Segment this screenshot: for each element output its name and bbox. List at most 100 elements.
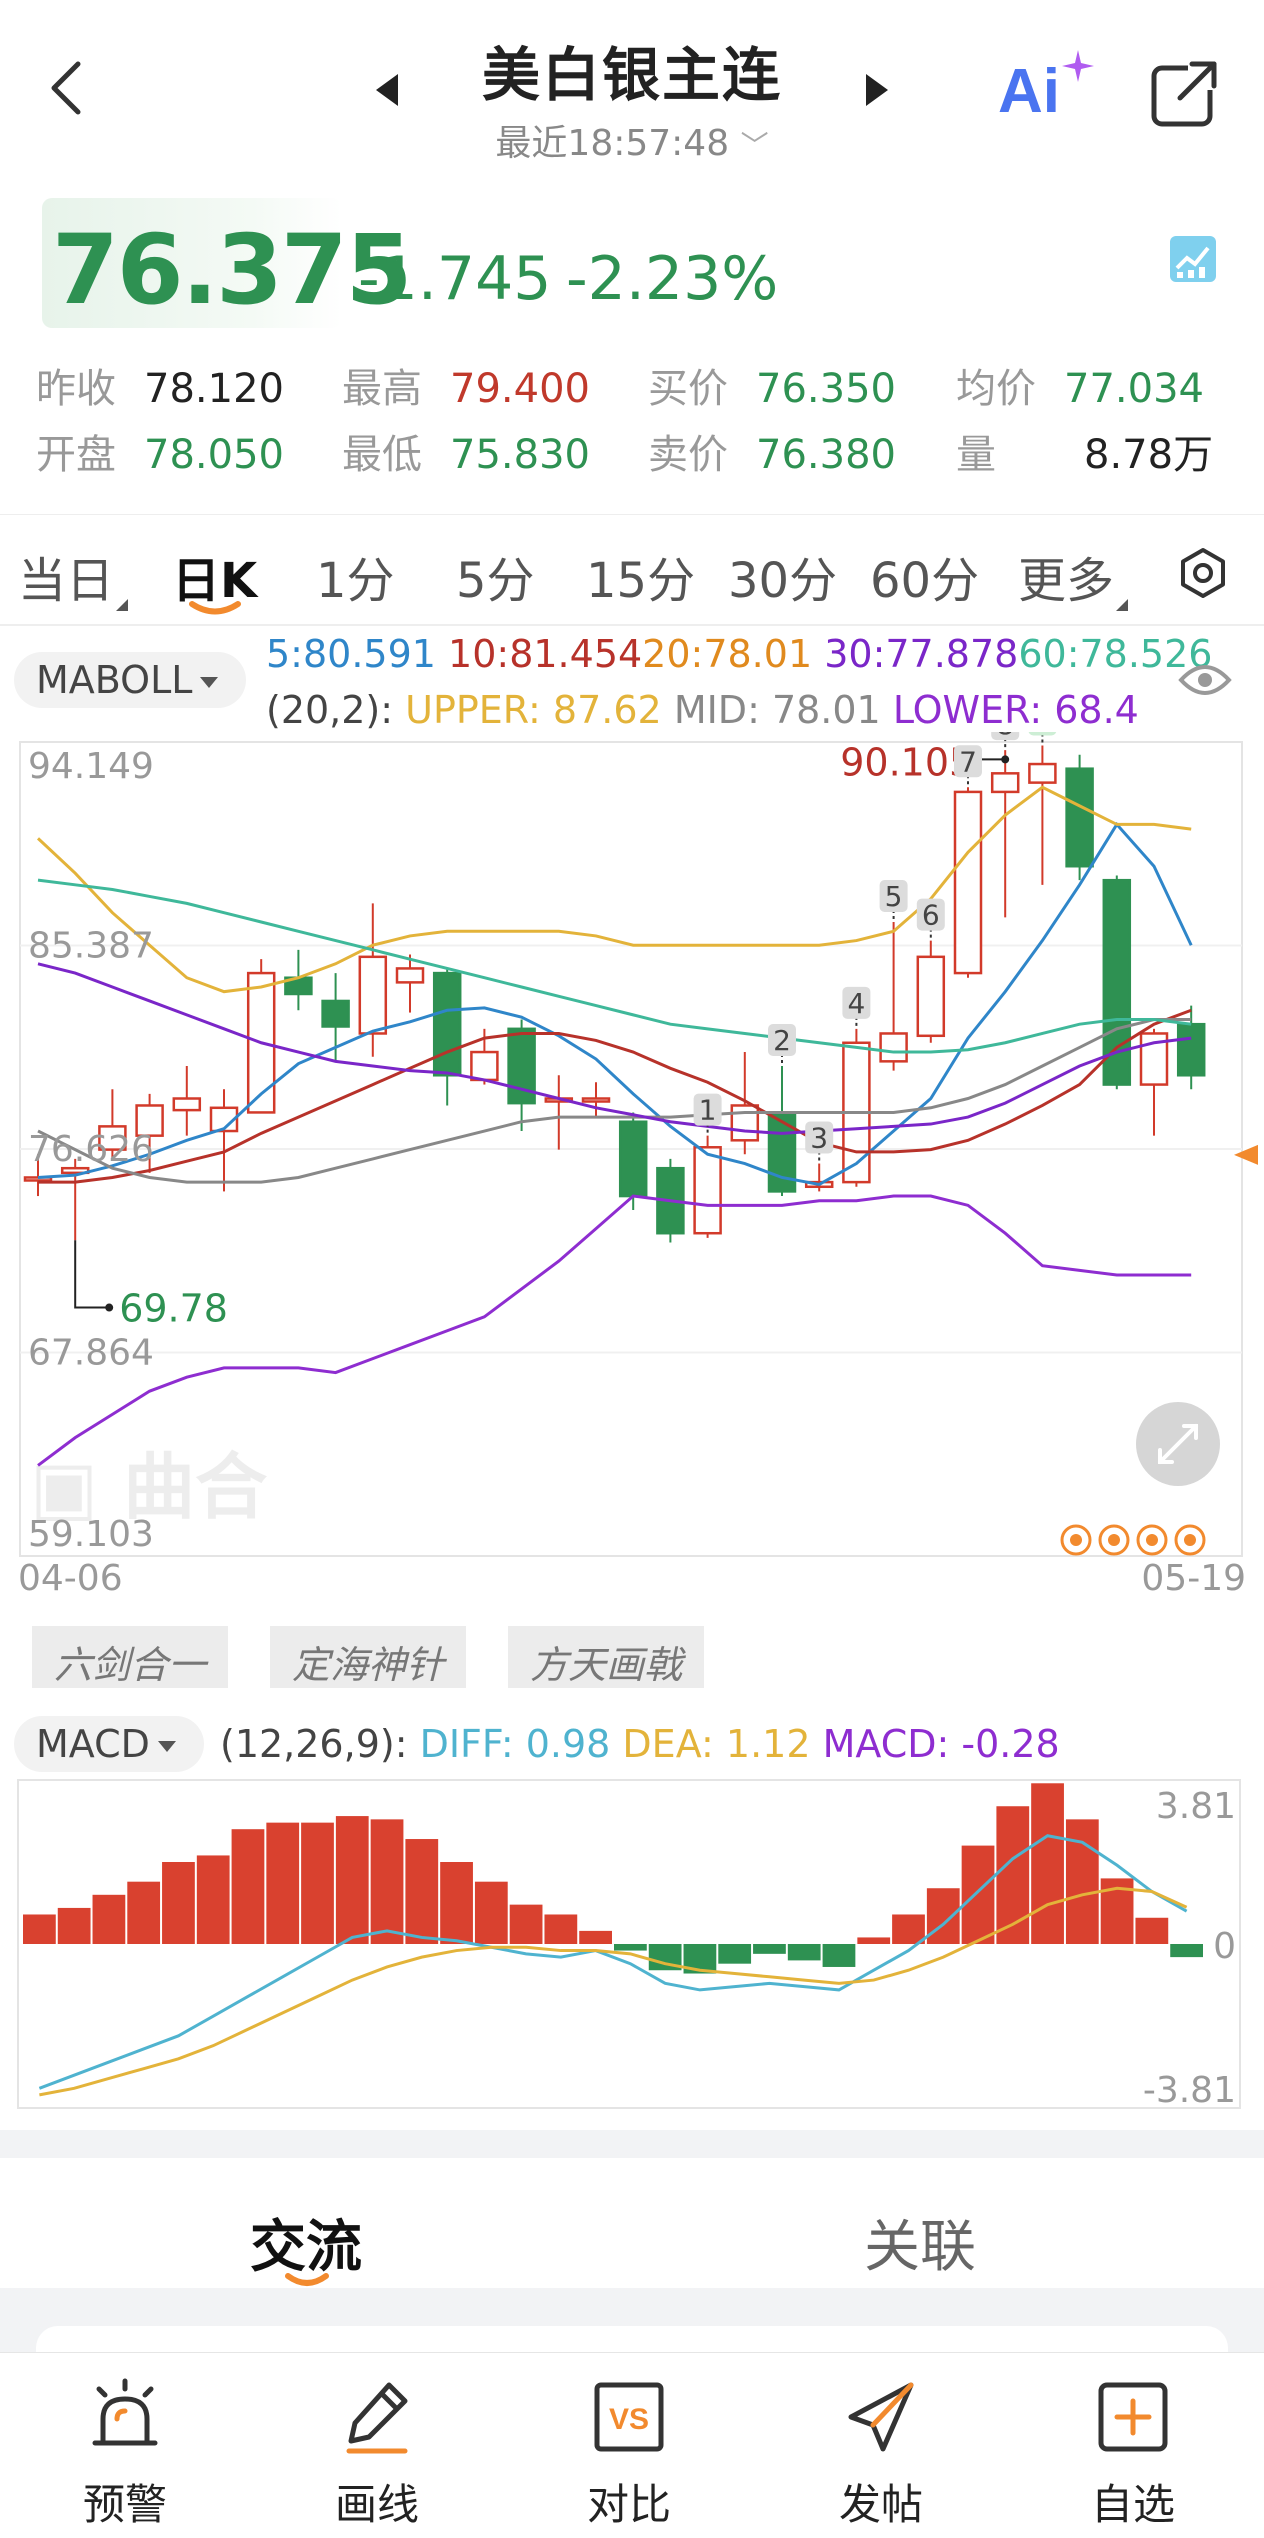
caret-down-icon xyxy=(157,1741,176,1752)
candle xyxy=(730,1104,760,1142)
candle xyxy=(1176,1022,1206,1077)
top-header: 美白银主连 最近18:57:48 ﹀ Ai xyxy=(0,0,1264,168)
series-line-boll-upper xyxy=(36,785,1192,994)
y-tick-label: 94.149 xyxy=(28,746,154,787)
alarm-icon xyxy=(92,2378,158,2446)
boll-legend: (20,2): UPPER: 87.62 MID: 78.01 LOWER: 6… xyxy=(266,688,1139,732)
tab-label: 更多 xyxy=(1018,553,1115,609)
ma-legend: 5:80.591 10:81.45420:78.01 30:77.87860:7… xyxy=(266,632,1212,676)
add-watchlist-button[interactable]: 自选 xyxy=(1058,2375,1208,2532)
eye-icon[interactable] xyxy=(1178,660,1232,700)
boll-param: (20,2): xyxy=(266,688,394,732)
tab-intraday[interactable]: 当日 xyxy=(18,541,129,611)
strategy-chip-2[interactable]: 定海神针 xyxy=(270,1626,467,1688)
candle xyxy=(358,955,388,1035)
macd-bar xyxy=(509,1904,543,1944)
tab-label: 5分 xyxy=(456,553,535,609)
settings-icon[interactable] xyxy=(1176,546,1230,600)
strategy-chip-1[interactable]: 六剑合一 xyxy=(32,1626,229,1688)
section-divider xyxy=(0,2130,1264,2158)
post-button[interactable]: 发帖 xyxy=(806,2375,956,2532)
stat-label: 昨收 xyxy=(36,366,116,412)
stat-avg: 均价 77.034 xyxy=(956,356,1204,414)
tab-label: 当日 xyxy=(18,553,115,609)
macd-bar xyxy=(1170,1944,1203,1958)
ai-assistant-button[interactable]: Ai xyxy=(998,56,1060,127)
macd-bar xyxy=(926,1888,960,1944)
update-time[interactable]: 最近18:57:48 ﹀ xyxy=(0,114,1264,166)
current-price-marker xyxy=(1234,1144,1258,1165)
indicator-selector-macd[interactable]: MACD xyxy=(14,1716,204,1772)
macd-legend: (12,26,9): DIFF: 0.98 DEA: 1.12 MACD: -0… xyxy=(220,1722,1060,1766)
stat-label: 卖价 xyxy=(648,432,728,478)
kline-chart[interactable]: ▣ 曲合94.14985.38776.62667.86459.10304-06 0… xyxy=(0,732,1264,1632)
tab-label: 60分 xyxy=(870,553,980,609)
price-change: -1.745 xyxy=(358,244,552,314)
y-tick-label: 67.864 xyxy=(28,1333,154,1374)
signal-marker-dot xyxy=(1184,1534,1196,1546)
macd-bar xyxy=(961,1845,995,1944)
chart-icon[interactable] xyxy=(1168,234,1218,284)
series-line-boll-mid xyxy=(37,1018,1192,1184)
dea-value: DEA: 1.12 xyxy=(622,1722,811,1766)
alert-button[interactable]: 预警 xyxy=(50,2375,200,2532)
community-tabs: 交流 关联 xyxy=(0,2158,1264,2288)
seq-number: 1 xyxy=(699,1094,717,1127)
candle xyxy=(990,772,1020,794)
next-contract-icon[interactable] xyxy=(862,70,892,110)
stat-high: 最高 79.400 xyxy=(342,356,590,414)
tab-1min[interactable]: 1分 xyxy=(316,541,395,611)
tab-label: 30分 xyxy=(728,553,838,609)
tab-5min[interactable]: 5分 xyxy=(456,541,535,611)
stat-ask: 卖价 76.380 xyxy=(648,422,896,480)
tab-related[interactable]: 关联 xyxy=(864,2202,976,2283)
tab-discussion[interactable]: 交流 xyxy=(250,2202,362,2283)
stat-value: 78.050 xyxy=(144,432,284,478)
indicator-selector-maboll[interactable]: MABOLL xyxy=(14,652,246,708)
macd-bar xyxy=(474,1881,508,1944)
seq-number: 6 xyxy=(922,899,940,932)
series-line-ma60 xyxy=(37,878,1192,1054)
macd-bar xyxy=(335,1816,369,1944)
bottom-toolbar: 预警 画线 VS 对比 发帖 自选 xyxy=(0,2352,1264,2538)
macd-bar xyxy=(405,1839,439,1944)
stat-value: 78.120 xyxy=(144,366,284,412)
stat-label: 买价 xyxy=(648,366,728,412)
x-start-label: 04-06 xyxy=(18,1558,123,1599)
compare-button[interactable]: VS 对比 xyxy=(554,2375,704,2532)
macd-bar xyxy=(23,1914,56,1944)
svg-text:VS: VS xyxy=(609,2403,649,2436)
macd-bar xyxy=(1031,1783,1064,1944)
max-dot xyxy=(1001,755,1010,764)
min-price-label: 69.78 xyxy=(119,1287,228,1331)
macd-chart[interactable]: 3.81 0 -3.81 xyxy=(0,1772,1264,2126)
tab-15min[interactable]: 15分 xyxy=(586,541,695,611)
add-icon xyxy=(1098,2382,1168,2452)
draw-line-button[interactable]: 画线 xyxy=(302,2375,452,2532)
stat-value: 8.78万 xyxy=(1084,432,1214,478)
strategy-chip-3[interactable]: 方天画戟 xyxy=(508,1626,705,1688)
share-icon[interactable] xyxy=(1148,56,1222,130)
candle xyxy=(618,1120,648,1198)
tab-more[interactable]: 更多 xyxy=(1018,541,1129,611)
tab-60min[interactable]: 60分 xyxy=(870,541,979,611)
min-leader xyxy=(74,1240,110,1309)
ma30-value: 30:77.878 xyxy=(824,632,1019,676)
macd-bar xyxy=(231,1829,265,1944)
macd-bar xyxy=(440,1862,473,1944)
stat-open: 开盘 78.050 xyxy=(36,422,284,480)
feed-area xyxy=(0,2288,1264,2366)
period-tabs: 当日 日K 1分 5分 15分 30分 60分 更多 xyxy=(0,514,1264,626)
indicator-name: MACD xyxy=(36,1722,150,1766)
candle xyxy=(432,971,462,1077)
stat-value: 77.034 xyxy=(1064,366,1204,412)
indicator-name: MABOLL xyxy=(36,658,193,702)
macd-value: MACD: -0.28 xyxy=(822,1722,1060,1766)
vs-icon: VS xyxy=(594,2382,664,2452)
macd-bar xyxy=(127,1881,161,1944)
macd-y-zero: 0 xyxy=(1213,1926,1236,1967)
post-label: 发帖 xyxy=(838,2480,923,2529)
candle xyxy=(581,1097,611,1103)
candle xyxy=(953,790,983,975)
tab-30min[interactable]: 30分 xyxy=(728,541,837,611)
